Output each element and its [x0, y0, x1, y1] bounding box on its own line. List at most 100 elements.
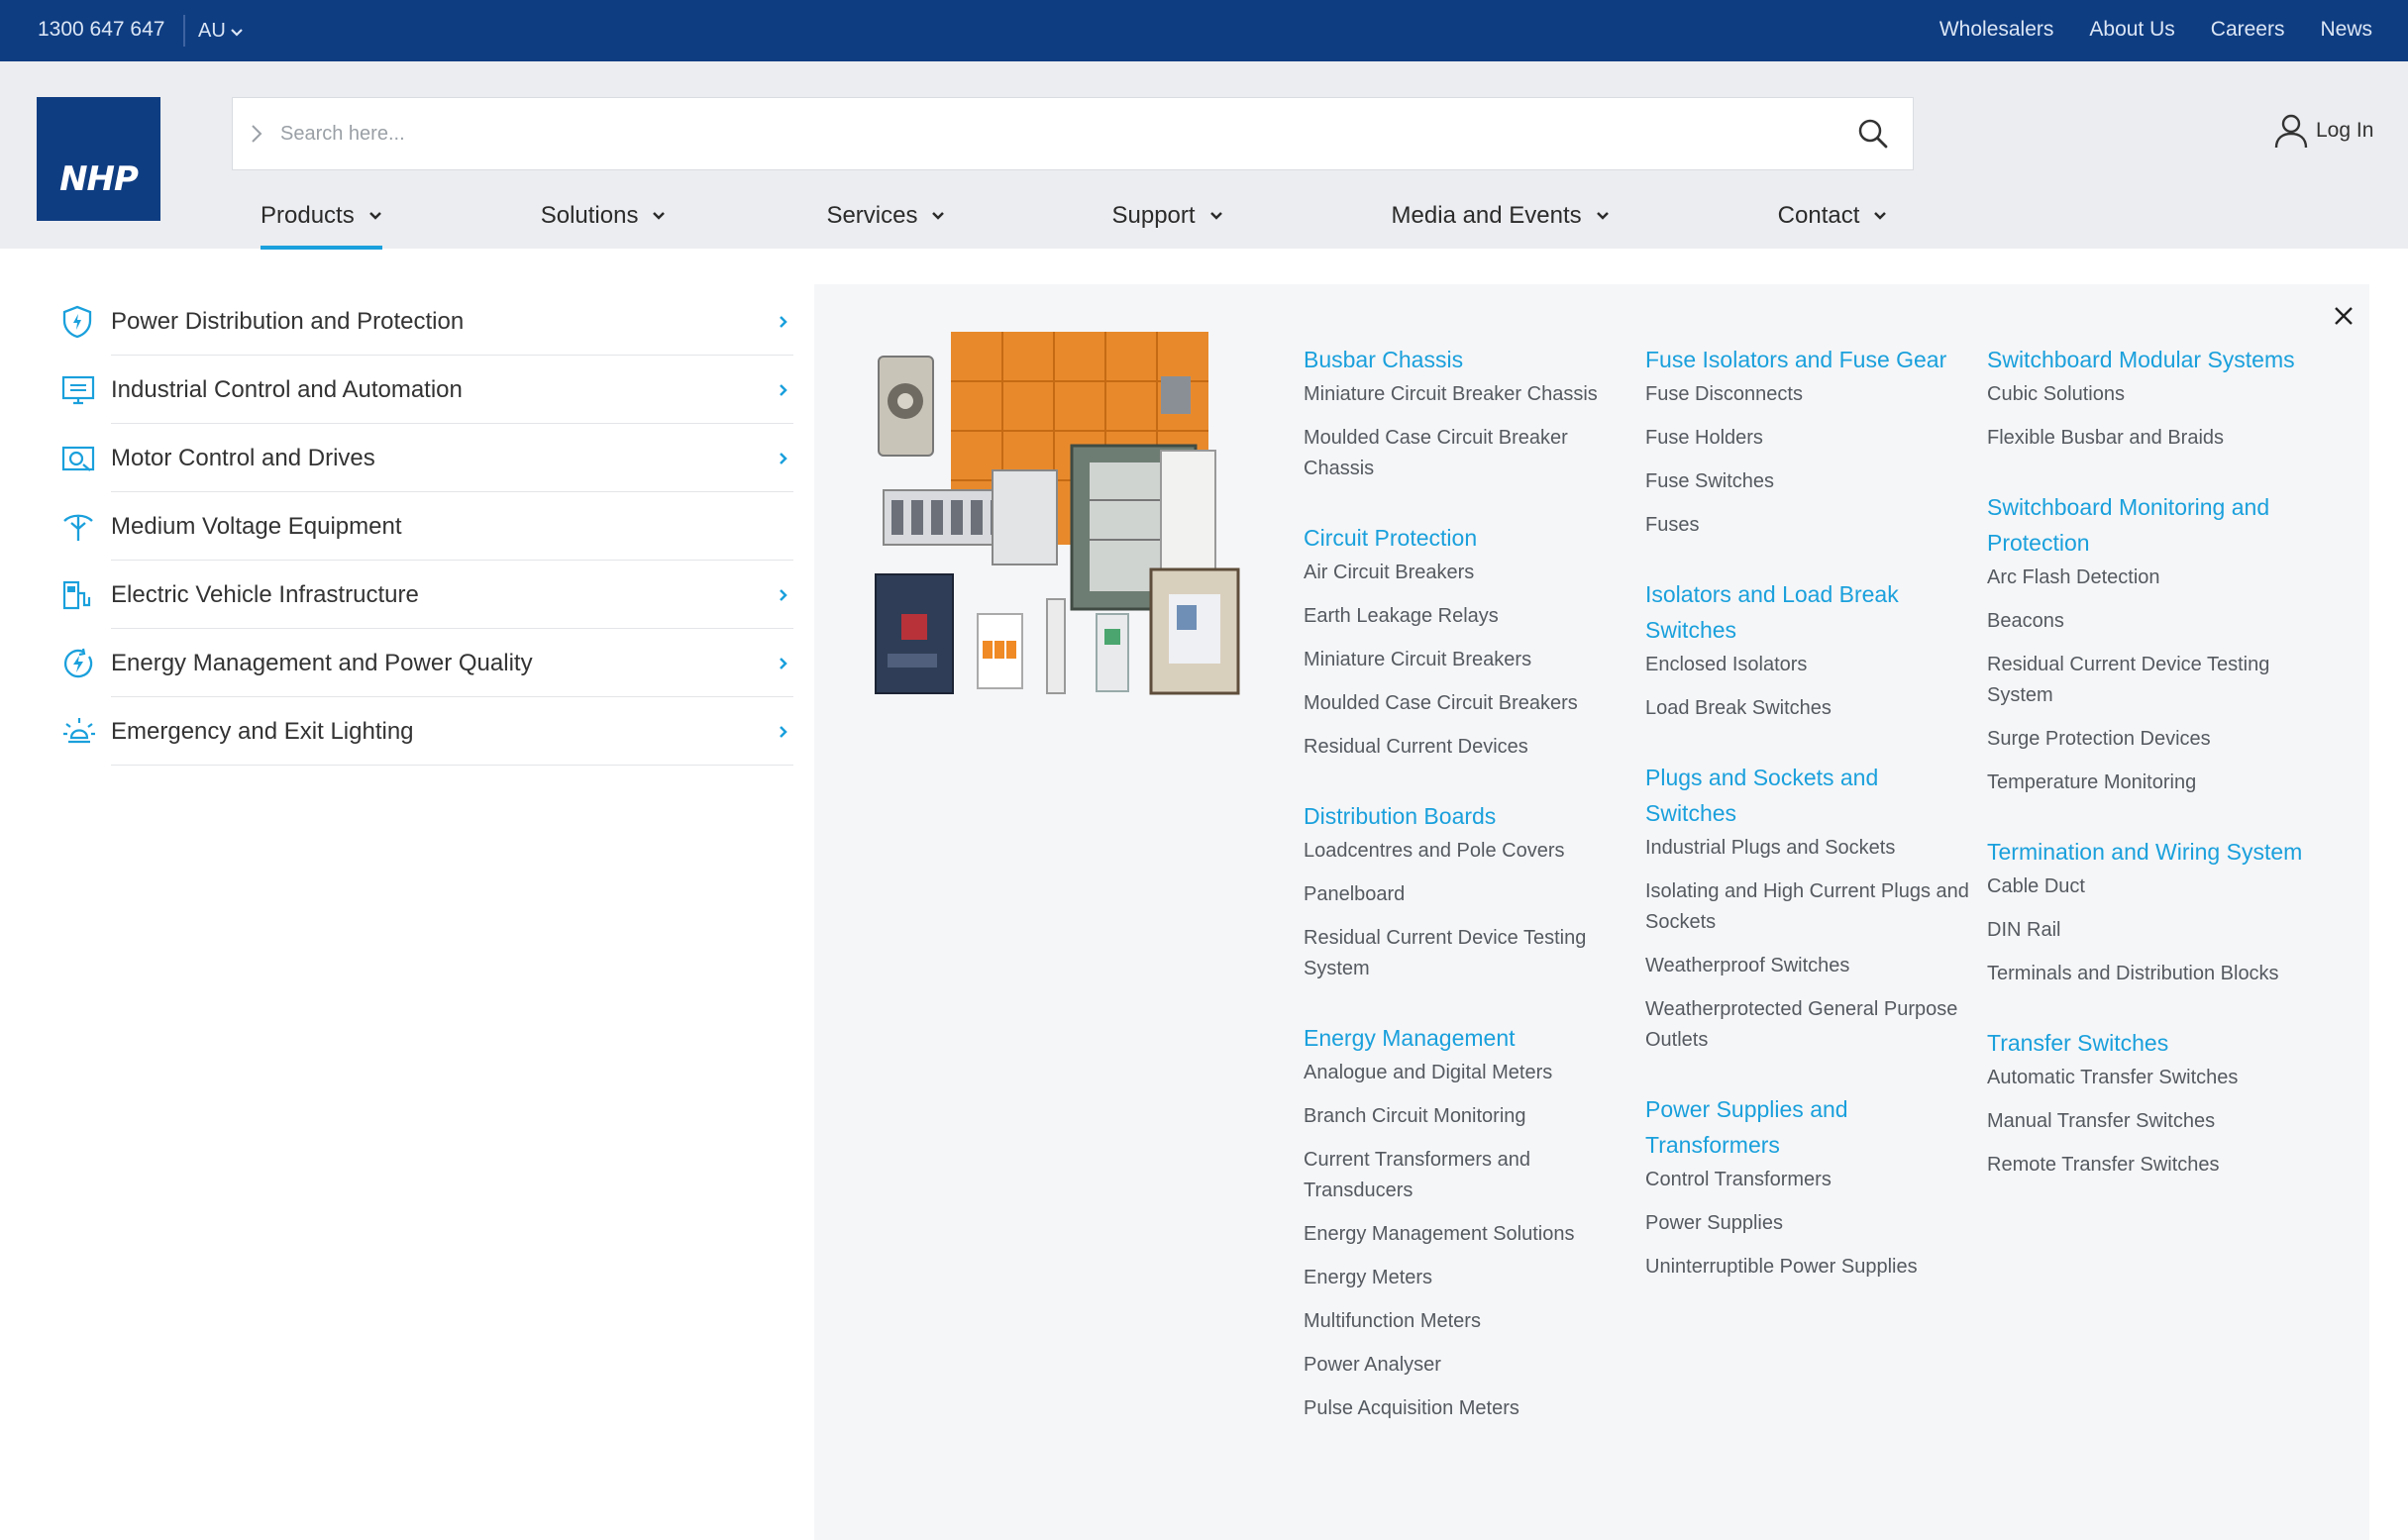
category-ev-infrastructure[interactable]: Electric Vehicle Infrastructure: [55, 561, 793, 629]
menu-link[interactable]: Weatherprotected General Purpose Outlets: [1645, 994, 1972, 1056]
top-link-about-us[interactable]: About Us: [2089, 18, 2174, 42]
menu-link[interactable]: Automatic Transfer Switches: [1987, 1063, 2314, 1093]
menu-link[interactable]: Isolating and High Current Plugs and Soc…: [1645, 876, 1972, 938]
top-links: Wholesalers About Us Careers News: [1939, 18, 2372, 42]
logo-text: NHP: [59, 159, 139, 199]
menu-link[interactable]: Industrial Plugs and Sockets: [1645, 833, 1972, 864]
menu-link[interactable]: Manual Transfer Switches: [1987, 1106, 2314, 1137]
menu-link[interactable]: Residual Current Devices: [1304, 732, 1630, 763]
group-title[interactable]: Circuit Protection: [1304, 520, 1630, 556]
menu-link[interactable]: Fuse Switches: [1645, 466, 1972, 497]
menu-link[interactable]: Fuse Disconnects: [1645, 379, 1972, 410]
category-medium-voltage[interactable]: Medium Voltage Equipment: [55, 492, 793, 561]
group-title[interactable]: Transfer Switches: [1987, 1025, 2314, 1061]
group-title[interactable]: Power Supplies and Transformers: [1645, 1091, 1972, 1163]
nav-media-and-events[interactable]: Media and Events: [1392, 196, 1610, 236]
menu-link[interactable]: Current Transformers and Transducers: [1304, 1145, 1630, 1206]
search-input[interactable]: [280, 122, 1833, 146]
menu-column-2: Fuse Isolators and Fuse Gear Fuse Discon…: [1645, 342, 1972, 1318]
nav-label: Services: [826, 202, 918, 229]
menu-link[interactable]: Terminals and Distribution Blocks: [1987, 959, 2314, 989]
category-label: Motor Control and Drives: [111, 444, 375, 471]
group-title[interactable]: Busbar Chassis: [1304, 342, 1630, 377]
nav-support[interactable]: Support: [1111, 196, 1222, 236]
menu-link[interactable]: Control Transformers: [1645, 1165, 1972, 1195]
chevron-down-icon: [368, 212, 381, 220]
menu-link[interactable]: Enclosed Isolators: [1645, 650, 1972, 680]
divider: [111, 765, 793, 766]
menu-link[interactable]: Arc Flash Detection: [1987, 563, 2314, 593]
menu-link[interactable]: Fuse Holders: [1645, 423, 1972, 454]
chevron-right-icon: [780, 384, 787, 396]
chevron-right-icon: [780, 316, 787, 328]
menu-link[interactable]: Earth Leakage Relays: [1304, 601, 1630, 632]
menu-link[interactable]: Energy Management Solutions: [1304, 1219, 1630, 1250]
group-power-supplies: Power Supplies and Transformers Control …: [1645, 1091, 1972, 1283]
nav-products[interactable]: Products: [261, 196, 382, 250]
emergency-light-icon: [55, 716, 111, 748]
top-link-wholesalers[interactable]: Wholesalers: [1939, 18, 2054, 42]
menu-link[interactable]: Residual Current Device Testing System: [1304, 923, 1630, 984]
menu-link[interactable]: Residual Current Device Testing System: [1987, 650, 2314, 711]
menu-link[interactable]: Fuses: [1645, 510, 1972, 541]
menu-link[interactable]: Loadcentres and Pole Covers: [1304, 836, 1630, 867]
chevron-down-icon: [1209, 212, 1222, 220]
phone-number[interactable]: 1300 647 647: [38, 18, 164, 42]
menu-link[interactable]: Moulded Case Circuit Breaker Chassis: [1304, 423, 1630, 484]
category-power-distribution[interactable]: Power Distribution and Protection: [55, 287, 793, 356]
group-title[interactable]: Distribution Boards: [1304, 798, 1630, 834]
menu-link[interactable]: Uninterruptible Power Supplies: [1645, 1252, 1972, 1283]
menu-link[interactable]: Branch Circuit Monitoring: [1304, 1101, 1630, 1132]
menu-link[interactable]: Multifunction Meters: [1304, 1306, 1630, 1337]
menu-link[interactable]: Power Supplies: [1645, 1208, 1972, 1239]
menu-link[interactable]: DIN Rail: [1987, 915, 2314, 946]
menu-link[interactable]: Analogue and Digital Meters: [1304, 1058, 1630, 1088]
login-button[interactable]: Log In: [2274, 113, 2373, 149]
menu-link[interactable]: Power Analyser: [1304, 1350, 1630, 1381]
menu-link[interactable]: Flexible Busbar and Braids: [1987, 423, 2314, 454]
menu-link[interactable]: Cable Duct: [1987, 872, 2314, 902]
nav-solutions[interactable]: Solutions: [541, 196, 667, 236]
group-switchboard-modular: Switchboard Modular Systems Cubic Soluti…: [1987, 342, 2314, 454]
menu-link[interactable]: Energy Meters: [1304, 1263, 1630, 1293]
menu-link[interactable]: Panelboard: [1304, 879, 1630, 910]
category-energy-management[interactable]: Energy Management and Power Quality: [55, 629, 793, 697]
top-link-careers[interactable]: Careers: [2211, 18, 2285, 42]
search-icon[interactable]: [1833, 118, 1913, 150]
group-title[interactable]: Isolators and Load Break Switches: [1645, 576, 1972, 648]
menu-link[interactable]: Surge Protection Devices: [1987, 724, 2314, 755]
nav-services[interactable]: Services: [826, 196, 945, 236]
menu-link[interactable]: Temperature Monitoring: [1987, 768, 2314, 798]
menu-link[interactable]: Pulse Acquisition Meters: [1304, 1393, 1630, 1424]
region-selector[interactable]: AU: [198, 20, 244, 43]
menu-link[interactable]: Air Circuit Breakers: [1304, 558, 1630, 588]
group-title[interactable]: Plugs and Sockets and Switches: [1645, 760, 1972, 831]
group-title[interactable]: Termination and Wiring System: [1987, 834, 2314, 870]
group-termination-wiring: Termination and Wiring System Cable Duct…: [1987, 834, 2314, 989]
top-link-news[interactable]: News: [2320, 18, 2372, 42]
menu-link[interactable]: Remote Transfer Switches: [1987, 1150, 2314, 1181]
nav-contact[interactable]: Contact: [1778, 196, 1888, 236]
menu-link[interactable]: Cubic Solutions: [1987, 379, 2314, 410]
group-distribution-boards: Distribution Boards Loadcentres and Pole…: [1304, 798, 1630, 984]
divider: [183, 15, 185, 47]
menu-link[interactable]: Weatherproof Switches: [1645, 951, 1972, 981]
category-motor-control[interactable]: Motor Control and Drives: [55, 424, 793, 492]
top-utility-bar: 1300 647 647 AU Wholesalers About Us Car…: [0, 0, 2408, 61]
category-emergency-lighting[interactable]: Emergency and Exit Lighting: [55, 697, 793, 766]
chevron-right-icon: [233, 123, 280, 145]
nhp-logo[interactable]: NHP: [37, 97, 160, 221]
menu-link[interactable]: Miniature Circuit Breakers: [1304, 645, 1630, 675]
category-industrial-control[interactable]: Industrial Control and Automation: [55, 356, 793, 424]
menu-link[interactable]: Miniature Circuit Breaker Chassis: [1304, 379, 1630, 410]
menu-link[interactable]: Moulded Case Circuit Breakers: [1304, 688, 1630, 719]
menu-column-1: Busbar Chassis Miniature Circuit Breaker…: [1304, 342, 1630, 1460]
close-icon[interactable]: [2329, 301, 2358, 331]
group-title[interactable]: Energy Management: [1304, 1020, 1630, 1056]
group-title[interactable]: Fuse Isolators and Fuse Gear: [1645, 342, 1972, 377]
region-label: AU: [198, 20, 226, 42]
menu-link[interactable]: Load Break Switches: [1645, 693, 1972, 724]
group-title[interactable]: Switchboard Monitoring and Protection: [1987, 489, 2314, 561]
menu-link[interactable]: Beacons: [1987, 606, 2314, 637]
group-title[interactable]: Switchboard Modular Systems: [1987, 342, 2314, 377]
